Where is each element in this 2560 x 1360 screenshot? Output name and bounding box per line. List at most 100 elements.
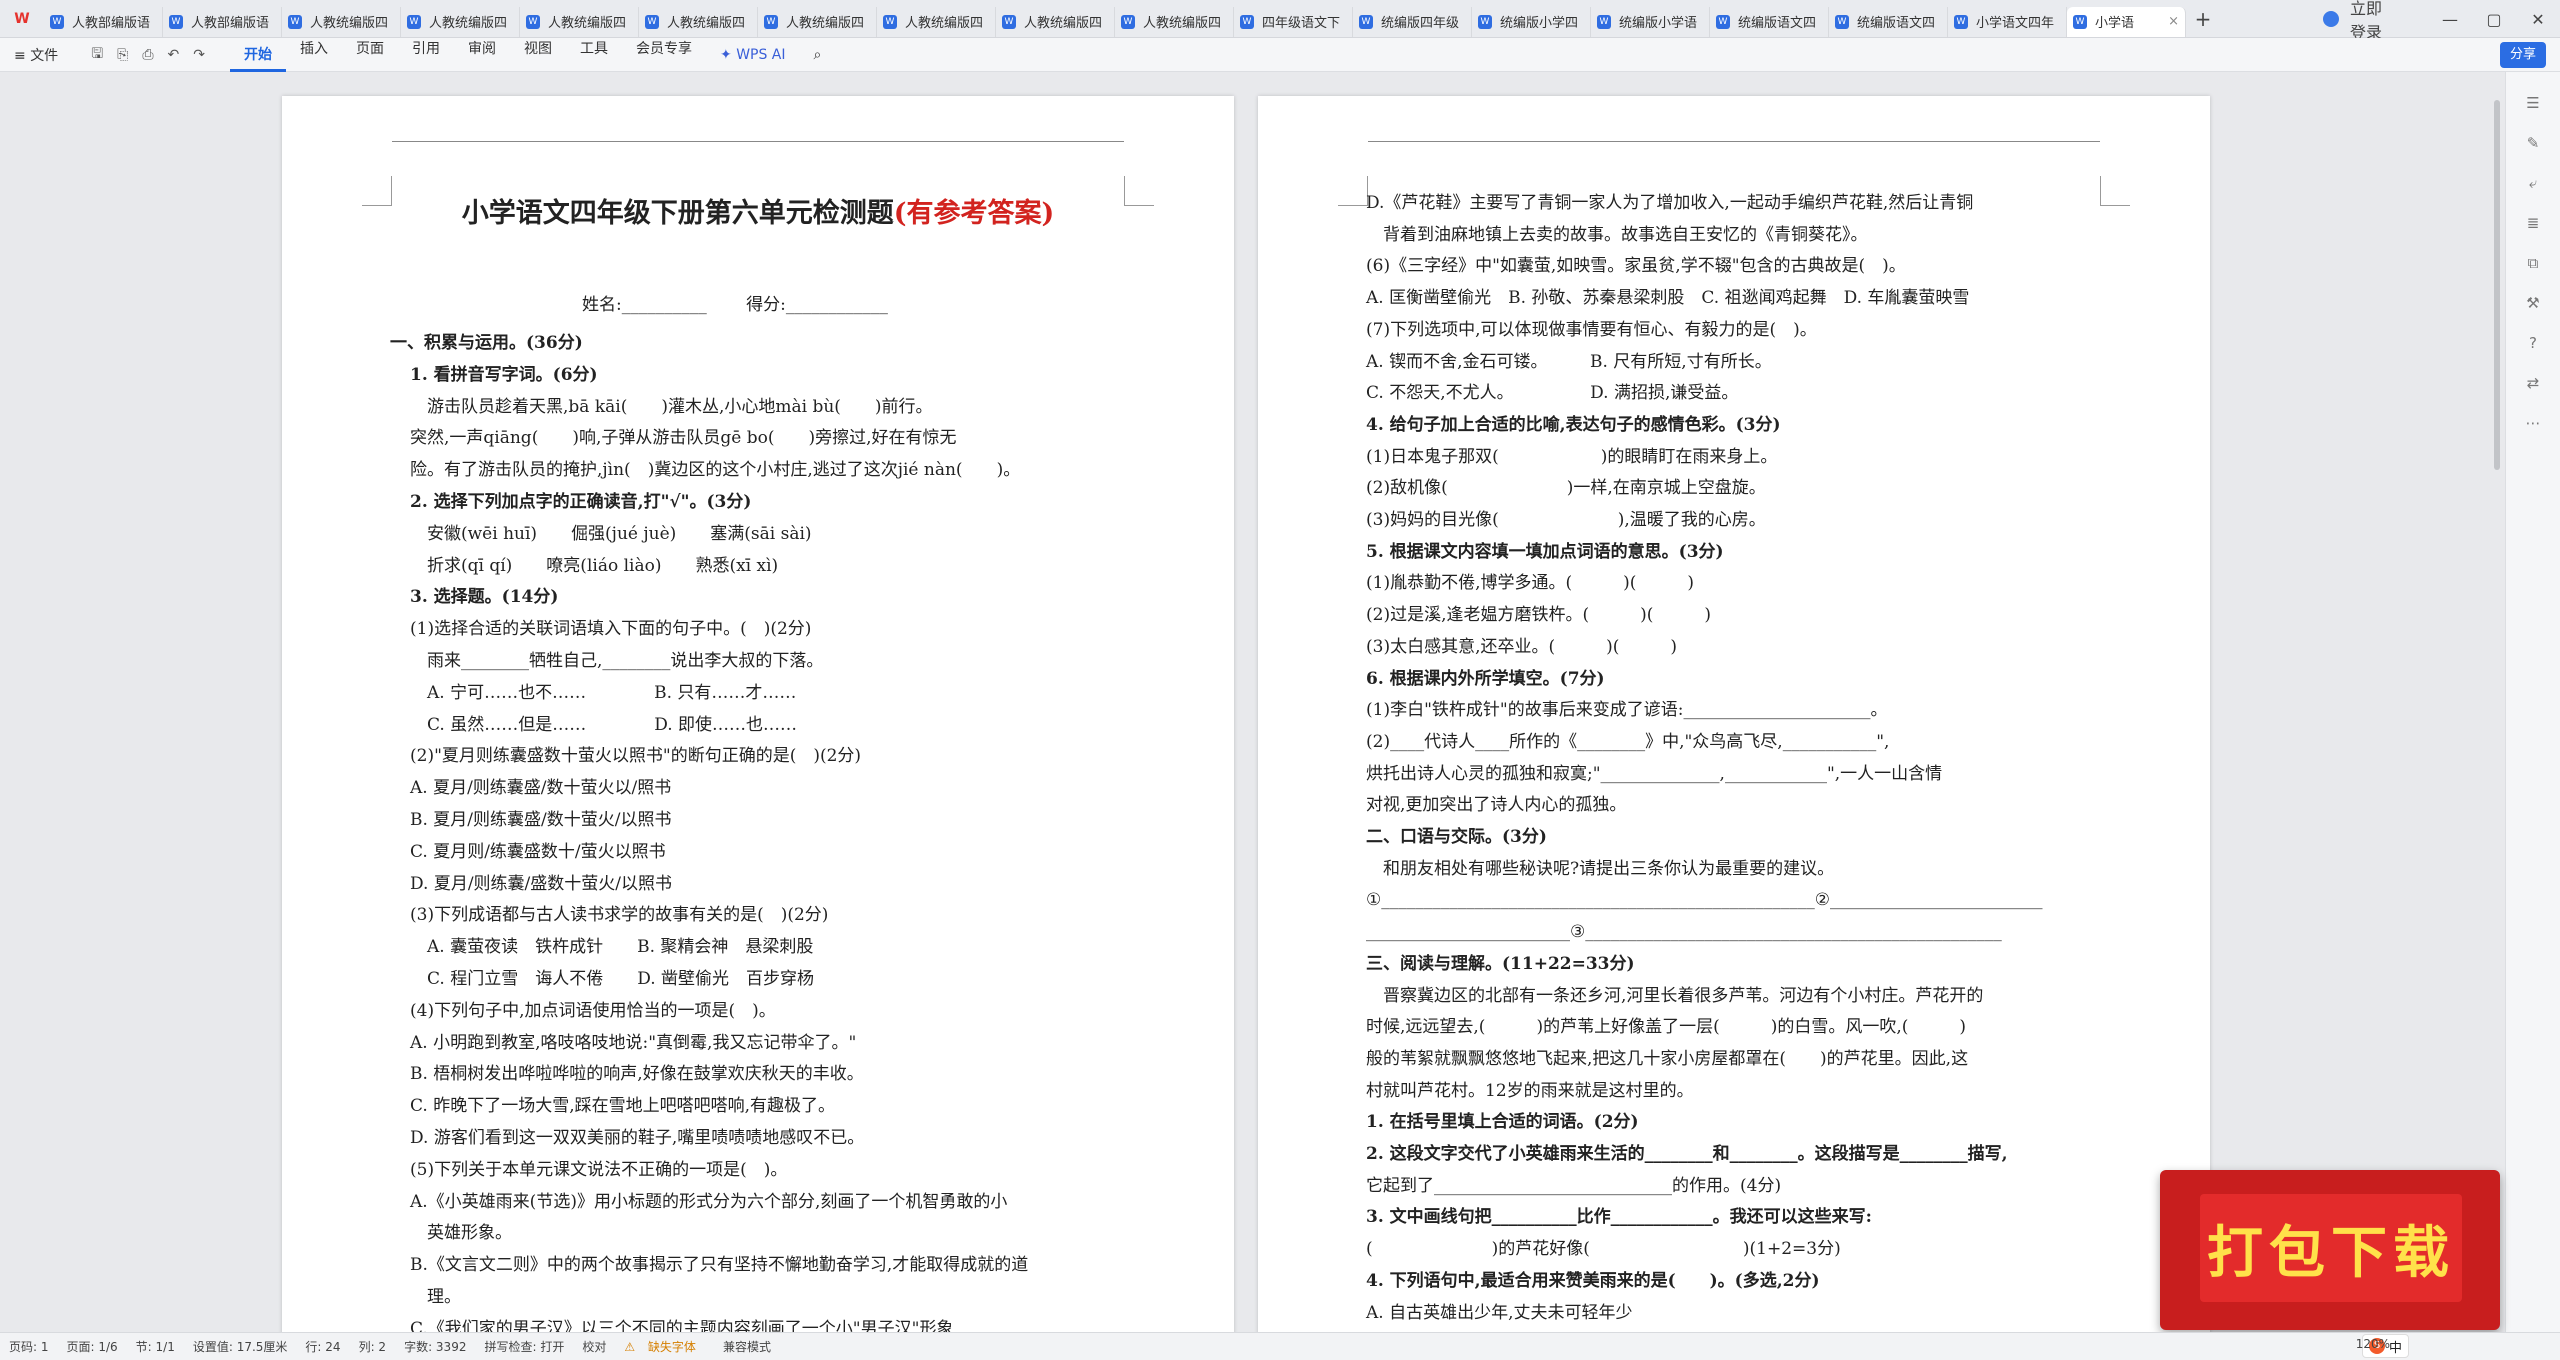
menu-item[interactable]: 页面	[342, 38, 398, 72]
maximize-icon[interactable]: ▢	[2472, 10, 2516, 29]
tab[interactable]: W 小学语文四年	[1948, 6, 2067, 37]
tab-label: 人教部编版语	[72, 16, 151, 31]
tab[interactable]: W 人教部编版语	[163, 6, 282, 37]
document-line: (1)李白"铁杵成针"的故事后来变成了谚语:__________________…	[1366, 700, 1888, 721]
document-line: 4. 给句子加上合适的比喻,表达句子的感情色彩。(3分)	[1366, 414, 1781, 435]
wps-logo-icon[interactable]: W	[0, 0, 44, 38]
menu-item[interactable]: 开始	[230, 38, 286, 72]
menu-item[interactable]: 工具	[566, 38, 622, 72]
document-line: (1)胤恭勤不倦,博学多通。( )( )	[1366, 573, 1695, 594]
tab-label: 统编版语文四	[1857, 16, 1936, 31]
menu-item[interactable]: 引用	[398, 38, 454, 72]
document-line: 安徽(wēi huī) 倔强(jué juè) 塞满(sāi sài)	[410, 523, 812, 544]
tools-icon[interactable]: ⚒	[2506, 294, 2560, 312]
menu-icon[interactable]: ≡ 文件	[0, 45, 72, 65]
document-line: 三、阅读与理解。(11+22=33分)	[1366, 953, 1635, 974]
format-icon[interactable]: ≣	[2506, 214, 2560, 232]
search-icon[interactable]: ⌕	[800, 47, 836, 63]
ime-mode[interactable]: 中	[2389, 1337, 2402, 1356]
tab[interactable]: W 人教统编版四	[1115, 6, 1234, 37]
doc-icon: W	[288, 14, 302, 29]
status-row: 行: 24	[305, 1340, 341, 1354]
document-line: D.《芦花鞋》主要写了青铜一家人为了增加收入,一起动手编织芦花鞋,然后让青铜	[1366, 193, 1974, 213]
save-icon[interactable]: 🖫	[91, 43, 103, 67]
tab-label: 人教统编版四	[1143, 16, 1222, 31]
print-icon[interactable]: ⎙	[142, 47, 153, 63]
tab[interactable]: W 人教统编版四	[877, 6, 996, 37]
zoom-label: 120%	[2355, 1337, 2390, 1351]
wps-ai-label: WPS AI	[736, 46, 786, 63]
edit-icon[interactable]: ✎	[2506, 134, 2560, 152]
spell-check-toggle[interactable]: 拼写检查: 打开	[484, 1338, 564, 1355]
help-icon[interactable]: ?	[2506, 334, 2560, 352]
document-line: 3. 文中画线句把__________比作____________。我还可以这些…	[1366, 1207, 1872, 1228]
document-line: D. 游客们看到这一双双美丽的鞋子,嘴里啧啧啧地感叹不已。	[410, 1128, 865, 1148]
doc-icon: W	[883, 14, 897, 29]
file-menu-label: 文件	[30, 47, 59, 64]
proofread-button[interactable]: 校对	[582, 1338, 606, 1355]
translate-icon[interactable]: ⇄	[2506, 374, 2560, 392]
document-line: (3)下列成语都与古人读书求学的故事有关的是( )(2分)	[410, 905, 829, 926]
window-controls: 立即登录 — ▢ ✕	[2323, 0, 2560, 42]
share-label: 分享	[2509, 47, 2536, 62]
minimize-icon[interactable]: —	[2428, 10, 2472, 29]
tab-label: 人教统编版四	[905, 16, 984, 31]
more-icon[interactable]: ⋯	[2506, 414, 2560, 432]
vertical-scrollbar[interactable]	[2494, 100, 2500, 470]
document-line: 2. 选择下列加点字的正确读音,打"√"。(3分)	[410, 492, 752, 512]
tab[interactable]: W 统编版语文四	[1829, 6, 1948, 37]
document-page-1[interactable]: 小学语文四年级下册第六单元检测题(有参考答案) 姓名:__________ 得分…	[282, 96, 1234, 1339]
close-tab-icon[interactable]: ×	[2168, 14, 2179, 29]
tab[interactable]: W 统编版语文四	[1710, 6, 1829, 37]
document-line: A. 小明跑到教室,咯吱咯吱地说:"真倒霉,我又忘记带伞了。"	[410, 1032, 857, 1053]
new-tab-button[interactable]: +	[2186, 7, 2220, 31]
menu-item[interactable]: 视图	[510, 38, 566, 72]
select-icon[interactable]: ⤶	[2506, 174, 2560, 192]
tab-label: 统编版小学语	[1619, 16, 1698, 31]
ribbon-menu: ≡ 文件 🖫 ⎘ ⎙ ↶ ↷ 开始 插入 页面 引用 审阅 视图 工具 会员专享 ✦ WPS …	[0, 38, 2560, 72]
tab[interactable]: W 统编版小学四	[1472, 6, 1591, 37]
tab[interactable]: W 人教部编版语	[44, 6, 163, 37]
margin-mark	[1338, 176, 1368, 206]
comment-icon[interactable]: ☰	[2506, 94, 2560, 112]
redo-icon[interactable]: ↷	[193, 47, 205, 63]
tab[interactable]: W 统编版四年级	[1353, 6, 1472, 37]
menu-item[interactable]: 审阅	[454, 38, 510, 72]
doc-icon: W	[1478, 14, 1492, 29]
wps-ai-button[interactable]: ✦ WPS AI	[706, 47, 800, 63]
tab[interactable]: W 人教统编版四	[758, 6, 877, 37]
doc-icon: W	[1240, 14, 1254, 29]
missing-font-warning[interactable]: ⚠ 缺失字体	[624, 1338, 705, 1355]
download-promo-banner[interactable]: 打包下载	[2160, 1170, 2500, 1330]
tab[interactable]: W 人教统编版四	[282, 6, 401, 37]
quick-tools: 🖫 ⎘ ⎙ ↶ ↷	[72, 43, 212, 67]
doc-icon: W	[526, 14, 540, 29]
menu-item[interactable]: 插入	[286, 38, 342, 72]
style-icon[interactable]: ⧉	[2506, 254, 2560, 272]
export-icon[interactable]: ⎘	[117, 47, 128, 63]
tab[interactable]: W 人教统编版四	[520, 6, 639, 37]
status-pages[interactable]: 页面: 1/6	[67, 1338, 118, 1355]
document-line: 背着到油麻地镇上去卖的故事。故事选自王安忆的《青铜葵花》。	[1366, 224, 1868, 245]
tab[interactable]: W 人教统编版四	[996, 6, 1115, 37]
close-icon[interactable]: ✕	[2516, 10, 2560, 29]
tab-active-label: 小学语	[2095, 16, 2135, 31]
share-button[interactable]: 分享	[2499, 42, 2546, 68]
tab[interactable]: W 统编版小学语	[1591, 6, 1710, 37]
status-col: 列: 2	[358, 1340, 387, 1354]
login-button[interactable]: 立即登录	[2323, 0, 2388, 43]
page-title: 小学语文四年级下册第六单元检测题(有参考答案)	[282, 191, 1234, 230]
document-line: 烘托出诗人心灵的孤独和寂寞;"______________,__________…	[1366, 763, 1943, 784]
tab[interactable]: W 人教统编版四	[401, 6, 520, 37]
document-line: B. 梧桐树发出哗啦哗啦的响声,好像在鼓掌欢庆秋天的丰收。	[410, 1064, 864, 1085]
word-count[interactable]: 字数: 3392	[404, 1338, 466, 1355]
document-page-2[interactable]: D.《芦花鞋》主要写了青铜一家人为了增加收入,一起动手编织芦花鞋,然后让青铜 背…	[1258, 96, 2210, 1336]
tab[interactable]: W 四年级语文下	[1234, 6, 1353, 37]
zoom-level[interactable]: 120%	[2356, 1337, 2390, 1351]
document-line: 5. 根据课文内容填一填加点词语的意思。(3分)	[1366, 541, 1724, 562]
undo-icon[interactable]: ↶	[168, 47, 180, 63]
tab-active[interactable]: W 小学语 ×	[2067, 6, 2186, 37]
document-line: ( )的芦花好像( )(1+2=3分)	[1366, 1239, 1841, 1260]
tab[interactable]: W 人教统编版四	[639, 6, 758, 37]
menu-item[interactable]: 会员专享	[622, 38, 706, 72]
